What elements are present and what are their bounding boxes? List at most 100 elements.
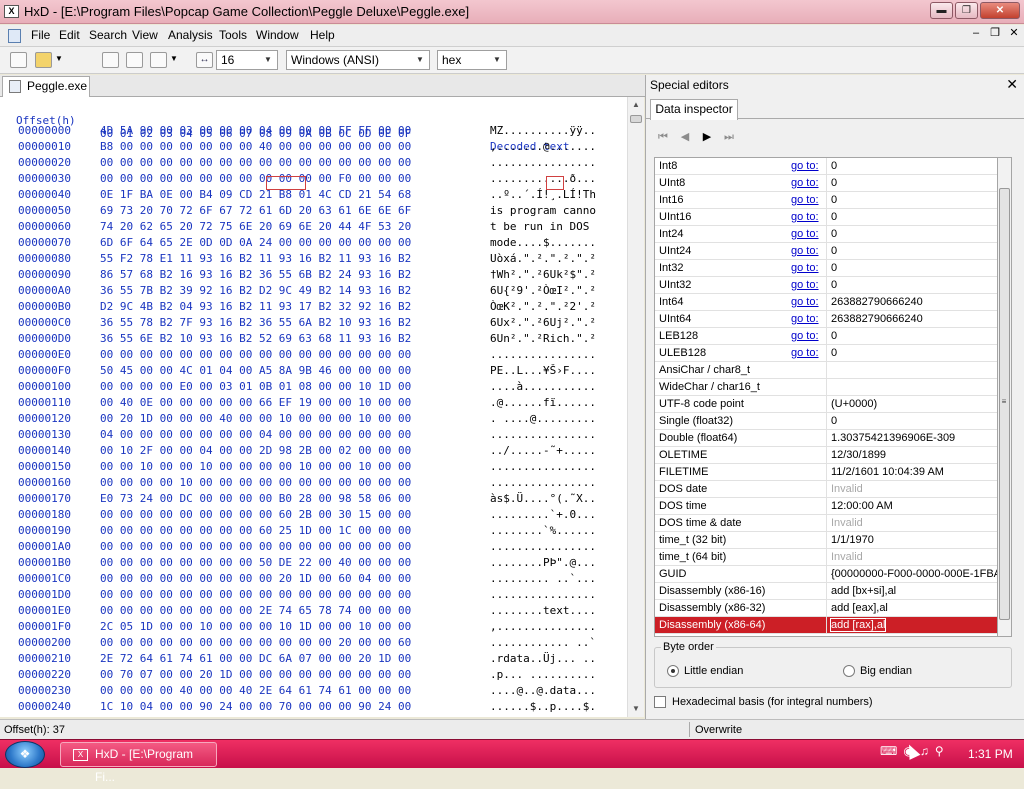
inspector-row[interactable]: Int24 go to: 0 bbox=[655, 226, 997, 243]
hex-row[interactable]: 00000000 4D 5A 90 00 03 00 00 00 04 00 00… bbox=[0, 123, 627, 139]
row-decoded-text[interactable]: ................ bbox=[490, 459, 596, 475]
row-bytes[interactable]: 55 F2 78 E1 11 93 16 B2 11 93 16 B2 11 9… bbox=[100, 251, 411, 267]
hex-row[interactable]: 00000140 00 10 2F 00 00 04 00 00 2D 98 2B… bbox=[0, 443, 627, 459]
inspector-value[interactable]: 0 bbox=[826, 158, 997, 174]
row-bytes[interactable]: 04 00 00 00 00 00 00 00 04 00 00 00 00 0… bbox=[100, 427, 411, 443]
row-bytes[interactable]: 74 20 62 65 20 72 75 6E 20 69 6E 20 44 4… bbox=[100, 219, 411, 235]
open-ram-icon[interactable] bbox=[150, 52, 167, 68]
inspector-value[interactable]: 0 bbox=[826, 192, 997, 208]
inspector-value[interactable]: {00000000-F000-0000-000E-1FBA bbox=[826, 566, 997, 582]
open-dropdown-icon[interactable]: ▼ bbox=[55, 54, 63, 63]
row-decoded-text[interactable]: mode....$....... bbox=[490, 235, 596, 251]
row-bytes[interactable]: 00 00 00 00 00 00 00 00 00 00 00 00 20 0… bbox=[100, 635, 411, 651]
inspector-row[interactable]: Int8 go to: 0 bbox=[655, 158, 997, 175]
goto-link[interactable]: go to: bbox=[791, 277, 819, 293]
menu-tools[interactable]: Tools bbox=[219, 28, 247, 42]
row-decoded-text[interactable]: .rdata..Üj... .. bbox=[490, 651, 596, 667]
hex-row[interactable]: 00000130 04 00 00 00 00 00 00 00 04 00 00… bbox=[0, 427, 627, 443]
row-decoded-text[interactable]: ................ bbox=[490, 155, 596, 171]
inspector-row[interactable]: FILETIME 11/2/1601 10:04:39 AM bbox=[655, 464, 997, 481]
row-bytes[interactable]: 00 10 2F 00 00 04 00 00 2D 98 2B 00 02 0… bbox=[100, 443, 411, 459]
inspector-value[interactable] bbox=[826, 379, 997, 395]
first-icon[interactable]: ⏮ bbox=[656, 130, 670, 144]
inspector-row[interactable]: DOS time & date Invalid bbox=[655, 515, 997, 532]
row-bytes[interactable]: 00 00 00 00 00 00 00 00 60 25 1D 00 1C 0… bbox=[100, 523, 411, 539]
row-bytes[interactable]: 00 40 0E 00 00 00 00 00 66 EF 19 00 00 1… bbox=[100, 395, 411, 411]
start-button[interactable]: ❖ bbox=[5, 741, 45, 768]
goto-link[interactable]: go to: bbox=[791, 158, 819, 174]
row-decoded-text[interactable]: ................ bbox=[490, 427, 596, 443]
inspector-value[interactable]: 0 bbox=[826, 328, 997, 344]
last-icon[interactable]: ⏭ bbox=[722, 130, 736, 144]
row-decoded-text[interactable]: Uòxá.".².".².".² bbox=[490, 251, 596, 267]
inspector-value[interactable]: add [bx+si],al bbox=[826, 583, 997, 599]
inspector-row[interactable]: ULEB128 go to: 0 bbox=[655, 345, 997, 362]
previous-icon[interactable]: ◀ bbox=[678, 130, 692, 144]
inspector-value[interactable]: 12:00:00 AM bbox=[826, 498, 997, 514]
inspector-value[interactable]: 0 bbox=[826, 345, 997, 361]
row-bytes[interactable]: 00 00 00 00 00 00 00 00 00 00 00 00 00 0… bbox=[100, 587, 411, 603]
row-bytes[interactable]: 4D 5A 90 00 03 00 00 00 04 00 00 00 FF F… bbox=[100, 123, 411, 139]
hex-scrollbar[interactable]: ▲ ▼ bbox=[627, 97, 644, 717]
row-bytes[interactable]: 2C 05 1D 00 00 10 00 00 00 10 1D 00 00 1… bbox=[100, 619, 411, 635]
row-decoded-text[interactable]: 6Un².".²Rich.".² bbox=[490, 331, 596, 347]
row-decoded-text[interactable]: ,............... bbox=[490, 619, 596, 635]
mdi-minimize-icon[interactable]: – bbox=[968, 27, 984, 41]
inspector-row[interactable]: AnsiChar / char8_t bbox=[655, 362, 997, 379]
row-decoded-text[interactable]: ........text.... bbox=[490, 603, 596, 619]
inspector-row[interactable]: OLETIME 12/30/1899 bbox=[655, 447, 997, 464]
hex-editor[interactable]: Offset(h) 00 01 02 03 04 05 06 07 08 09 … bbox=[0, 97, 627, 717]
row-bytes[interactable]: 36 55 7B B2 39 92 16 B2 D2 9C 49 B2 14 9… bbox=[100, 283, 411, 299]
menu-analysis[interactable]: Analysis bbox=[168, 28, 213, 42]
hex-row[interactable]: 00000070 6D 6F 64 65 2E 0D 0D 0A 24 00 00… bbox=[0, 235, 627, 251]
row-bytes[interactable]: 00 20 1D 00 00 00 40 00 00 10 00 00 00 1… bbox=[100, 411, 411, 427]
inspector-value[interactable]: 1.30375421396906E-309 bbox=[826, 430, 997, 446]
row-bytes[interactable]: 86 57 68 B2 16 93 16 B2 36 55 6B B2 24 9… bbox=[100, 267, 411, 283]
row-bytes[interactable]: E0 73 24 00 DC 00 00 00 00 B0 28 00 98 5… bbox=[100, 491, 411, 507]
row-bytes[interactable]: 6D 6F 64 65 2E 0D 0D 0A 24 00 00 00 00 0… bbox=[100, 235, 411, 251]
row-decoded-text[interactable]: ../.....-˜+..... bbox=[490, 443, 596, 459]
row-decoded-text[interactable]: ................ bbox=[490, 475, 596, 491]
inspector-value[interactable]: 12/30/1899 bbox=[826, 447, 997, 463]
menu-window[interactable]: Window bbox=[256, 28, 299, 42]
hex-row[interactable]: 00000090 86 57 68 B2 16 93 16 B2 36 55 6B… bbox=[0, 267, 627, 283]
row-decoded-text[interactable]: .p... .......... bbox=[490, 667, 596, 683]
row-bytes[interactable]: 69 73 20 70 72 6F 67 72 61 6D 20 63 61 6… bbox=[100, 203, 411, 219]
row-decoded-text[interactable]: ..º..´.Í!¸.LÍ!Th bbox=[490, 187, 596, 203]
tab-peggle-exe[interactable]: Peggle.exe bbox=[2, 76, 90, 97]
inspector-row[interactable]: Int32 go to: 0 bbox=[655, 260, 997, 277]
row-decoded-text[interactable]: ......... ..`... bbox=[490, 571, 596, 587]
inspector-value[interactable]: (U+0000) bbox=[826, 396, 997, 412]
row-bytes[interactable]: 00 00 00 00 00 00 00 00 00 20 1D 00 60 0… bbox=[100, 571, 411, 587]
row-decoded-text[interactable]: ......$..p....$. bbox=[490, 699, 596, 715]
menu-edit[interactable]: Edit bbox=[59, 28, 80, 42]
inspector-row[interactable]: Disassembly (x86-64) add [rax],al bbox=[655, 617, 997, 634]
minimize-button[interactable]: ▬ bbox=[930, 2, 953, 19]
row-decoded-text[interactable]: ........PÞ".@... bbox=[490, 555, 596, 571]
clock[interactable]: 1:31 PM bbox=[968, 747, 1013, 761]
row-bytes[interactable]: 36 55 6E B2 10 93 16 B2 52 69 63 68 11 9… bbox=[100, 331, 411, 347]
inspector-value[interactable]: 0 bbox=[826, 209, 997, 225]
hex-row[interactable]: 00000190 00 00 00 00 00 00 00 00 60 25 1D… bbox=[0, 523, 627, 539]
inspector-row[interactable]: DOS time 12:00:00 AM bbox=[655, 498, 997, 515]
goto-link[interactable]: go to: bbox=[791, 209, 819, 225]
inspector-value[interactable]: 0 bbox=[826, 260, 997, 276]
new-file-icon[interactable] bbox=[10, 52, 27, 68]
hex-row[interactable]: 00000100 00 00 00 00 E0 00 03 01 0B 01 08… bbox=[0, 379, 627, 395]
goto-link[interactable]: go to: bbox=[791, 260, 819, 276]
inspector-row[interactable]: UInt16 go to: 0 bbox=[655, 209, 997, 226]
charset-select[interactable]: Windows (ANSI) ▼ bbox=[286, 50, 430, 70]
row-decoded-text[interactable]: ................ bbox=[490, 539, 596, 555]
row-decoded-text[interactable]: 6Ux².".²6Uj².".² bbox=[490, 315, 596, 331]
hex-row[interactable]: 000001A0 00 00 00 00 00 00 00 00 00 00 00… bbox=[0, 539, 627, 555]
row-bytes[interactable]: 00 00 00 00 00 00 00 00 00 60 2B 00 30 1… bbox=[100, 507, 411, 523]
document-icon[interactable] bbox=[8, 29, 21, 43]
inspector-row[interactable]: UInt32 go to: 0 bbox=[655, 277, 997, 294]
hex-row[interactable]: 00000160 00 00 00 00 10 00 00 00 00 00 00… bbox=[0, 475, 627, 491]
goto-link[interactable]: go to: bbox=[791, 192, 819, 208]
restore-button[interactable]: ❐ bbox=[955, 2, 978, 19]
row-bytes[interactable]: 00 70 07 00 00 20 1D 00 00 00 00 00 00 0… bbox=[100, 667, 411, 683]
mdi-restore-icon[interactable]: ❐ bbox=[987, 27, 1003, 41]
tab-data-inspector[interactable]: Data inspector bbox=[650, 99, 738, 120]
row-bytes[interactable]: 00 00 00 00 00 00 00 00 2E 74 65 78 74 0… bbox=[100, 603, 411, 619]
